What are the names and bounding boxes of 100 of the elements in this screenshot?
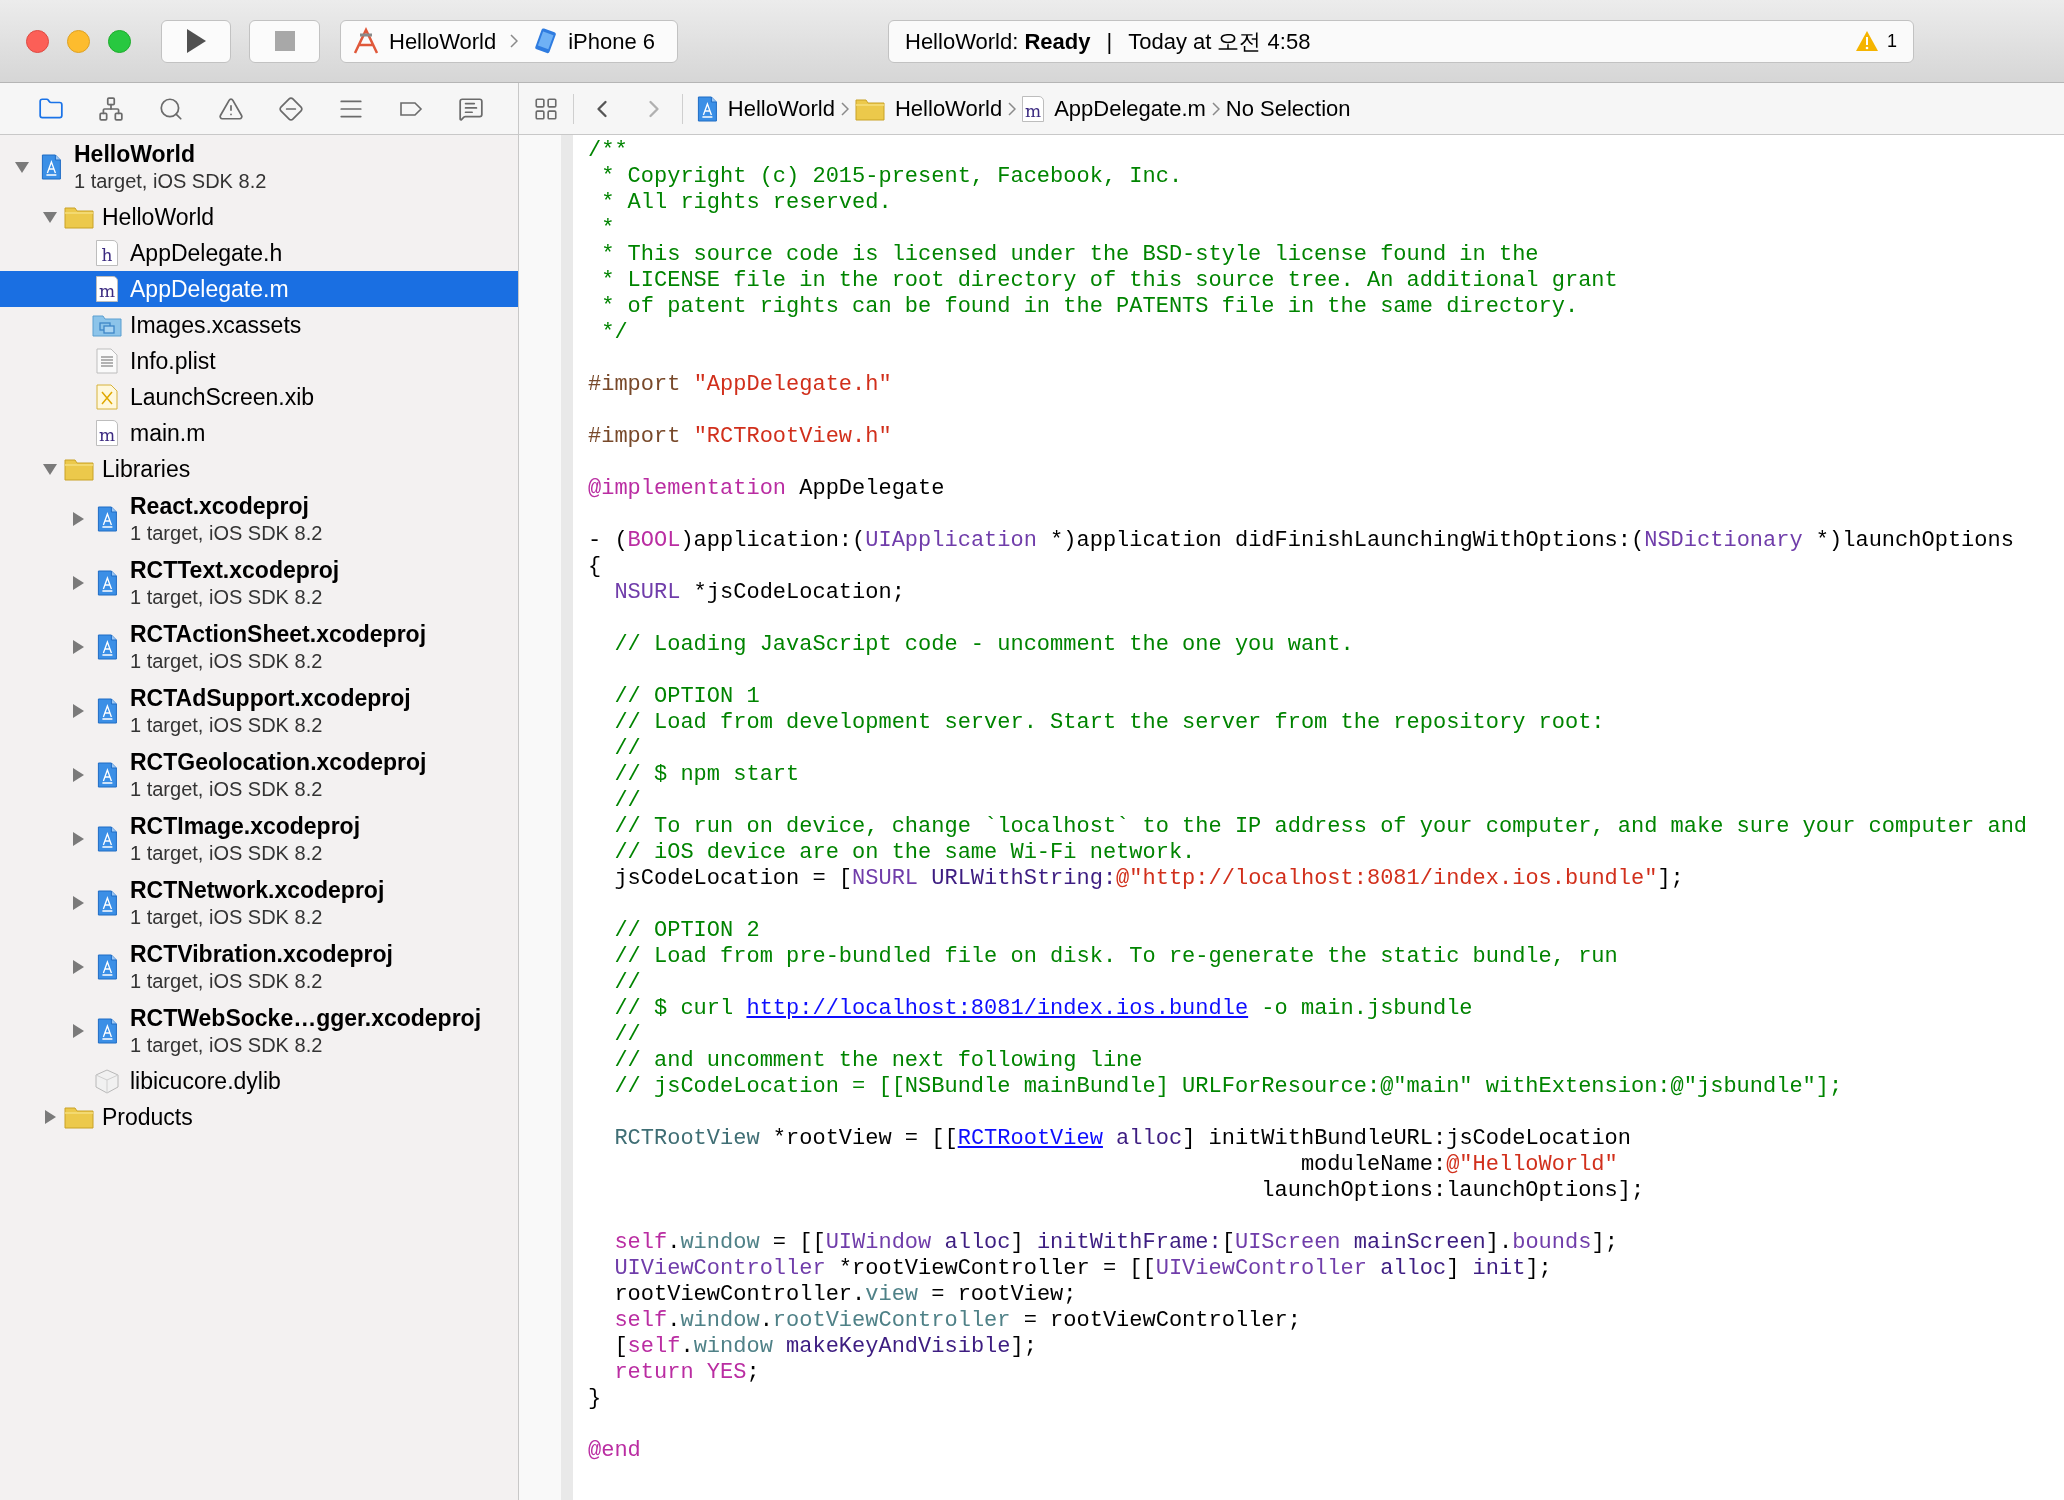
- code-line: // OPTION 2: [613, 918, 760, 944]
- target-summary: 1 target, iOS SDK 8.2: [130, 584, 324, 610]
- stop-button[interactable]: [249, 19, 320, 63]
- jump-bar-item[interactable]: HelloWorld: [727, 92, 835, 125]
- navigator-row[interactable]: m main.m: [0, 415, 518, 451]
- navigator-row[interactable]: Info.plist: [0, 343, 518, 379]
- zoom-button[interactable]: [108, 29, 131, 53]
- search-tab[interactable]: [157, 95, 184, 122]
- code-line: NSURL *jsCodeLocation;: [613, 580, 905, 606]
- navigator-row[interactable]: HelloWorld: [0, 199, 518, 235]
- code-line: //: [613, 788, 641, 814]
- close-button[interactable]: [26, 29, 49, 53]
- chevron-icon: [841, 101, 849, 116]
- file-name: HelloWorld: [102, 202, 215, 232]
- code-line: moduleName:@"HelloWorld": [1299, 1152, 1618, 1178]
- navigator-row[interactable]: RCTText.xcodeproj 1 target, iOS SDK 8.2: [0, 551, 518, 615]
- target-summary: 1 target, iOS SDK 8.2: [130, 712, 324, 738]
- jump-bar-item[interactable]: AppDelegate.m: [1054, 92, 1206, 125]
- code-line: //: [613, 1022, 641, 1048]
- navigator-row[interactable]: RCTAdSupport.xcodeproj 1 target, iOS SDK 8.2: [0, 679, 518, 743]
- project-file-icon: [96, 570, 118, 596]
- disclosure-triangle[interactable]: [70, 959, 86, 975]
- related-items-icon[interactable]: [533, 95, 559, 122]
- navigator-row[interactable]: RCTVibration.xcodeproj 1 target, iOS SDK 8.2: [0, 935, 518, 999]
- project-file-icon: [96, 1018, 118, 1044]
- code-line: * of patent rights can be found in the PATENTS file in the same directory.: [600, 294, 1579, 320]
- navigator-row[interactable]: Images.xcassets: [0, 307, 518, 343]
- scheme-selector[interactable]: HelloWorld iPhone 6: [340, 19, 678, 63]
- navigator-row[interactable]: RCTGeolocation.xcodeproj 1 target, iOS SDK 8.2: [0, 743, 518, 807]
- code-line: //: [613, 736, 641, 762]
- code-line: launchOptions:launchOptions];: [1260, 1178, 1645, 1204]
- code-line: jsCodeLocation = [NSURL URLWithString:@"http://localhost:8081/index.ios.bundle"];: [613, 866, 1684, 892]
- disclosure-triangle[interactable]: [70, 511, 86, 527]
- build-status: HelloWorld: Ready: [905, 27, 1091, 56]
- file-name: Products: [102, 1102, 193, 1132]
- file-name: RCTAdSupport.xcodeproj: [130, 684, 411, 713]
- disclosure-triangle[interactable]: [70, 639, 86, 655]
- speech-bubble-tab[interactable]: [457, 95, 484, 122]
- disclosure-triangle[interactable]: [14, 159, 30, 175]
- file-name: libicucore.dylib: [130, 1066, 281, 1096]
- scheme-name: HelloWorld: [389, 27, 497, 56]
- disclosure-triangle[interactable]: [70, 575, 86, 591]
- code-line: *: [600, 216, 615, 242]
- status-time: Today at 오전 4:58: [1128, 27, 1311, 56]
- navigator-row[interactable]: Libraries: [0, 451, 518, 487]
- disclosure-triangle[interactable]: [70, 831, 86, 847]
- code-line: // Load from pre-bundled file on disk. To re-generate the static bundle, run: [613, 944, 1618, 970]
- navigator-row[interactable]: Products: [0, 1099, 518, 1135]
- code-line: // OPTION 1: [613, 684, 760, 710]
- jump-bar-item[interactable]: No Selection: [1225, 92, 1351, 125]
- navigator-row[interactable]: HelloWorld 1 target, iOS SDK 8.2: [0, 135, 518, 199]
- hierarchy-tab[interactable]: [97, 95, 124, 122]
- navigator-row[interactable]: RCTWebSocke…gger.xcodeproj 1 target, iOS SDK 8.2: [0, 999, 518, 1063]
- code-line: self.window.rootViewController = rootViewController;: [613, 1308, 1301, 1334]
- code-line: // iOS device are on the same Wi-Fi network.: [613, 840, 1196, 866]
- disclosure-triangle[interactable]: [70, 895, 86, 911]
- project-file-icon: [96, 954, 118, 980]
- library-cube-icon: [94, 1068, 120, 1094]
- navigator-row[interactable]: libicucore.dylib: [0, 1063, 518, 1099]
- file-name: RCTActionSheet.xcodeproj: [130, 620, 427, 649]
- code-line: UIViewController *rootViewController = [[UIViewController alloc] init];: [613, 1256, 1552, 1282]
- code-link[interactable]: RCTRootView: [957, 1126, 1103, 1151]
- navigator-row[interactable]: RCTActionSheet.xcodeproj 1 target, iOS SDK 8.2: [0, 615, 518, 679]
- project-file-icon: [96, 634, 118, 660]
- diamond-tab[interactable]: [277, 95, 304, 122]
- target-summary: 1 target, iOS SDK 8.2: [130, 840, 324, 866]
- jump-bar-item[interactable]: HelloWorld: [895, 92, 1003, 125]
- code-line: */: [600, 320, 628, 346]
- navigator-row[interactable]: m AppDelegate.m: [0, 271, 518, 307]
- project-file-icon: [697, 95, 718, 122]
- warning-count[interactable]: 1: [1887, 27, 1897, 55]
- code-line: RCTRootView *rootView = [[RCTRootView alloc] initWithBundleURL:jsCodeLocation: [613, 1126, 1631, 1152]
- chevron-icon: [1008, 101, 1017, 116]
- disclosure-triangle[interactable]: [42, 1109, 58, 1125]
- run-button[interactable]: [161, 19, 231, 63]
- folder-icon: [855, 96, 885, 121]
- disclosure-triangle[interactable]: [42, 209, 58, 225]
- device-name: iPhone 6: [568, 27, 656, 56]
- navigator-row[interactable]: RCTNetwork.xcodeproj 1 target, iOS SDK 8.2: [0, 871, 518, 935]
- code-line: // and uncomment the next following line: [613, 1048, 1143, 1074]
- code-link[interactable]: http://localhost:8081/index.ios.bundle: [746, 996, 1249, 1021]
- navigator-row[interactable]: LaunchScreen.xib: [0, 379, 518, 415]
- navigator-row[interactable]: RCTImage.xcodeproj 1 target, iOS SDK 8.2: [0, 807, 518, 871]
- code-line: #import "RCTRootView.h": [588, 424, 892, 450]
- folder-tab[interactable]: [37, 95, 64, 122]
- code-line: [self.window makeKeyAndVisible];: [613, 1334, 1037, 1360]
- navigator-row[interactable]: h AppDelegate.h: [0, 235, 518, 271]
- disclosure-triangle[interactable]: [70, 1023, 86, 1039]
- code-line: // To run on device, change `localhost` to the IP address of your computer, and make sure your computer and: [613, 814, 2028, 840]
- code-line: // $ npm start: [613, 762, 800, 788]
- folder-icon: [64, 1105, 94, 1129]
- source-file-icon: m: [1022, 95, 1045, 122]
- disclosure-triangle[interactable]: [42, 461, 58, 477]
- code-line: }: [588, 1386, 602, 1412]
- warning-tab[interactable]: [217, 95, 244, 122]
- code-line: return YES;: [613, 1360, 760, 1386]
- target-summary: 1 target, iOS SDK 8.2: [74, 168, 267, 194]
- navigator-row[interactable]: React.xcodeproj 1 target, iOS SDK 8.2: [0, 487, 518, 551]
- disclosure-triangle[interactable]: [70, 767, 86, 783]
- disclosure-triangle[interactable]: [70, 703, 86, 719]
